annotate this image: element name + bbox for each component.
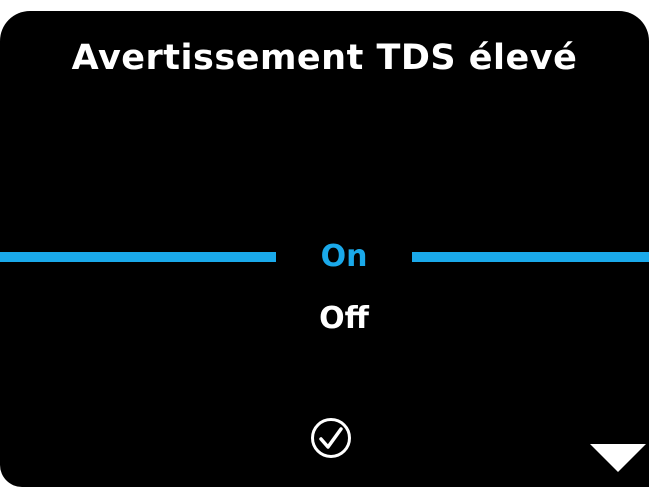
display-screen: Avertissement TDS élevé On Off bbox=[0, 11, 649, 487]
option-off[interactable]: Off bbox=[280, 301, 408, 337]
next-button[interactable] bbox=[590, 444, 646, 474]
screen-title: Avertissement TDS élevé bbox=[71, 38, 578, 78]
option-on[interactable]: On bbox=[280, 239, 408, 275]
triangle-down-icon bbox=[590, 444, 646, 472]
confirm-button[interactable] bbox=[310, 417, 352, 459]
selection-line-left bbox=[0, 252, 276, 262]
checkmark-circle-icon bbox=[311, 418, 351, 458]
selection-line-right bbox=[412, 252, 649, 262]
